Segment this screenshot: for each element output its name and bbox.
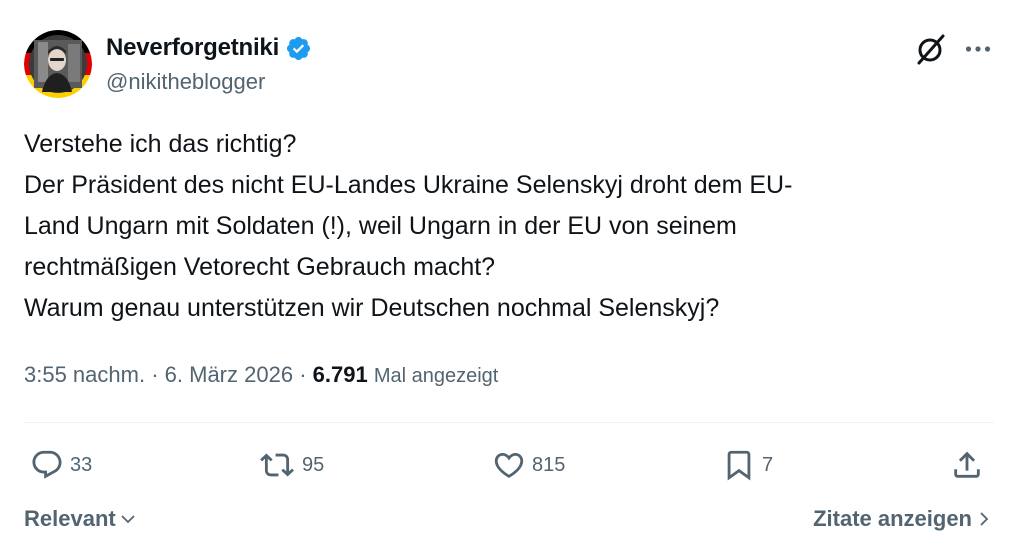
- sort-dropdown[interactable]: Relevant: [24, 506, 136, 532]
- views-label: Mal angezeigt: [373, 365, 499, 387]
- reply-icon: [32, 450, 62, 479]
- meta-separator: ·: [299, 362, 307, 387]
- tweet-line: Verstehe ich das richtig?: [24, 130, 297, 158]
- repost-icon: [260, 453, 294, 477]
- tweet-detail: Neverforgetniki @nikitheblogger Verstehe…: [0, 0, 1020, 553]
- tweet-line: Land Ungarn mit Soldaten (!), weil Ungar…: [24, 212, 737, 240]
- author-handle[interactable]: @nikitheblogger: [106, 69, 265, 95]
- display-name[interactable]: Neverforgetniki: [106, 34, 279, 62]
- avatar-image: [24, 30, 92, 98]
- share-button[interactable]: [950, 448, 984, 482]
- like-count: 815: [532, 453, 566, 476]
- bookmark-button[interactable]: 7: [722, 448, 773, 482]
- sort-label: Relevant: [24, 506, 116, 531]
- grok-button[interactable]: [914, 32, 948, 66]
- reply-count: 33: [70, 453, 93, 476]
- bookmark-count: 7: [762, 453, 774, 476]
- reply-button[interactable]: 33: [30, 448, 92, 482]
- tweet-date[interactable]: 6. März 2026: [165, 362, 293, 387]
- author-name-row: Neverforgetniki: [106, 34, 312, 62]
- heart-icon: [494, 452, 524, 478]
- more-icon: [965, 46, 991, 52]
- quotes-label: Zitate anzeigen: [813, 506, 972, 531]
- tweet-line: Der Präsident des nicht EU-Landes Ukrain…: [24, 171, 793, 199]
- views-count: 6.791: [312, 362, 368, 387]
- repost-count: 95: [302, 453, 325, 476]
- more-button[interactable]: [962, 34, 994, 64]
- chevron-right-icon: [980, 512, 989, 526]
- tweet-line: Warum genau unterstützen wir Deutschen n…: [24, 294, 720, 322]
- tweet-text: Verstehe ich das richtig? Der Präsident …: [24, 124, 984, 329]
- tweet-time[interactable]: 3:55 nachm.: [24, 362, 145, 387]
- divider: [24, 422, 994, 423]
- repost-button[interactable]: 95: [258, 448, 324, 482]
- meta-separator: ·: [151, 362, 159, 387]
- tweet-meta: 3:55 nachm. · 6. März 2026 · 6.791 Mal a…: [24, 362, 498, 388]
- grok-icon: [917, 34, 945, 65]
- chevron-down-icon: [121, 515, 135, 524]
- tweet-line: rechtmäßigen Vetorecht Gebrauch macht?: [24, 253, 496, 281]
- bookmark-icon: [727, 450, 751, 481]
- view-quotes-link[interactable]: Zitate anzeigen: [813, 506, 990, 532]
- like-button[interactable]: 815: [492, 448, 565, 482]
- verified-badge-icon[interactable]: [285, 35, 312, 62]
- share-icon: [954, 451, 980, 478]
- avatar[interactable]: [24, 30, 92, 98]
